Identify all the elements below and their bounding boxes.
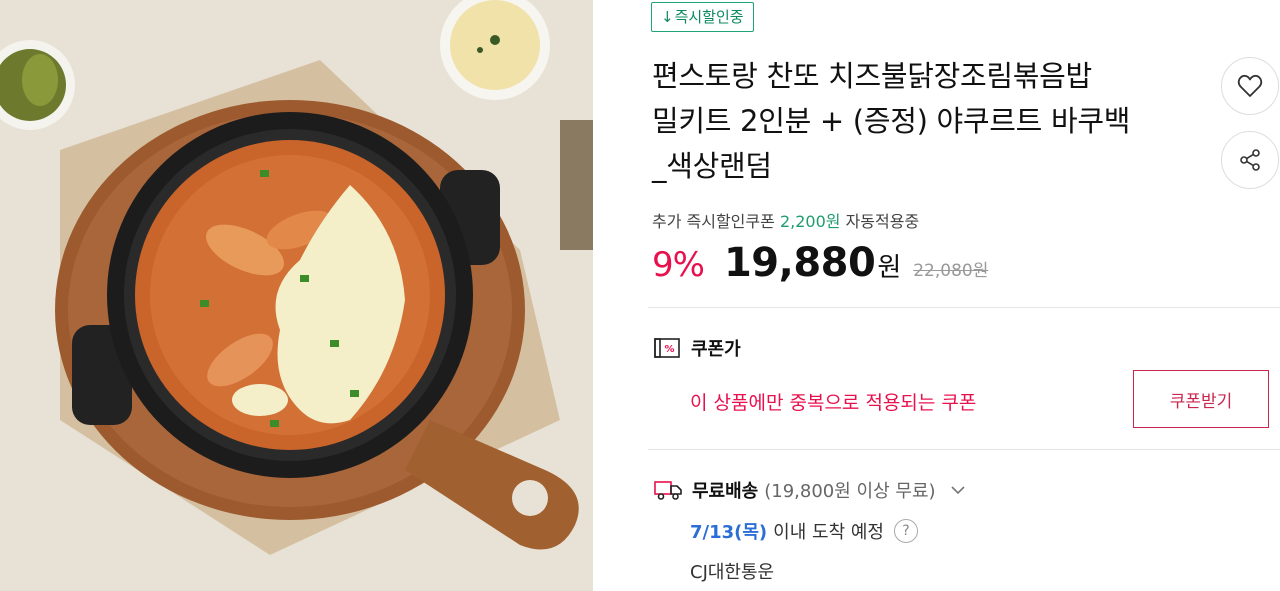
share-icon xyxy=(1240,149,1260,171)
help-icon[interactable]: ? xyxy=(893,519,918,543)
carrier-name: CJ대한통운 xyxy=(690,562,775,583)
instant-discount-label: 즉시할인중 xyxy=(674,8,744,26)
product-image[interactable] xyxy=(0,0,593,591)
arrival-date: 7/13(목) xyxy=(690,522,768,543)
auto-coupon-suffix: 자동적용중 xyxy=(845,212,920,231)
divider xyxy=(648,307,1280,308)
svg-text:%: % xyxy=(664,344,674,355)
product-photo-illustration xyxy=(0,0,593,591)
divider xyxy=(648,449,1280,450)
sale-price: 19,880 xyxy=(723,240,876,286)
share-button[interactable] xyxy=(1221,131,1279,189)
free-shipping-condition: (19,800원 이상 무료) xyxy=(764,481,936,502)
shipping-header: 무료배송 (19,800원 이상 무료) xyxy=(654,477,966,503)
coupon-price-label: 쿠폰가 xyxy=(691,339,741,360)
discount-rate: 9% xyxy=(652,245,705,285)
wishlist-button[interactable] xyxy=(1221,57,1279,115)
delivery-truck-icon xyxy=(654,481,682,500)
down-arrow-icon: ↓ xyxy=(661,8,674,26)
arrival-estimate: 7/13(목) 이내 도착 예정 ? xyxy=(690,518,918,544)
price-row: 9% 19,880 원 22,080원 xyxy=(652,240,988,296)
auto-coupon-note: 추가 즉시할인쿠폰 2,200원 자동적용중 xyxy=(652,208,919,232)
coupon-price-header: % 쿠폰가 xyxy=(654,335,741,361)
heart-icon xyxy=(1237,74,1263,97)
get-coupon-button[interactable]: 쿠폰받기 xyxy=(1133,370,1269,428)
product-title-line-2: 밀키트 2인분 + (증정) 야쿠르트 바쿠백 xyxy=(652,104,1131,138)
product-title-line-1: 편스토랑 찬또 치즈불닭장조림볶음밥 xyxy=(652,59,1092,93)
coupon-icon: % xyxy=(654,338,680,358)
coupon-description: 이 상품에만 중복으로 적용되는 쿠폰 xyxy=(690,392,977,414)
product-title: 편스토랑 찬또 치즈불닭장조림볶음밥 밀키트 2인분 + (증정) 야쿠르트 바… xyxy=(652,54,1212,189)
instant-discount-badge: ↓즉시할인중 xyxy=(651,2,754,32)
product-info-panel: ↓즉시할인중 편스토랑 찬또 치즈불닭장조림볶음밥 밀키트 2인분 + (증정)… xyxy=(648,0,1280,591)
product-title-line-3: _색상랜덤 xyxy=(652,149,772,183)
auto-coupon-prefix: 추가 즉시할인쿠폰 xyxy=(652,212,775,231)
auto-coupon-amount: 2,200원 xyxy=(779,212,841,231)
arrival-text: 이내 도착 예정 xyxy=(773,522,884,543)
price-unit: 원 xyxy=(877,253,902,283)
original-price: 22,080원 xyxy=(913,261,989,281)
free-shipping-label: 무료배송 xyxy=(692,481,759,502)
chevron-down-icon[interactable] xyxy=(950,485,966,495)
